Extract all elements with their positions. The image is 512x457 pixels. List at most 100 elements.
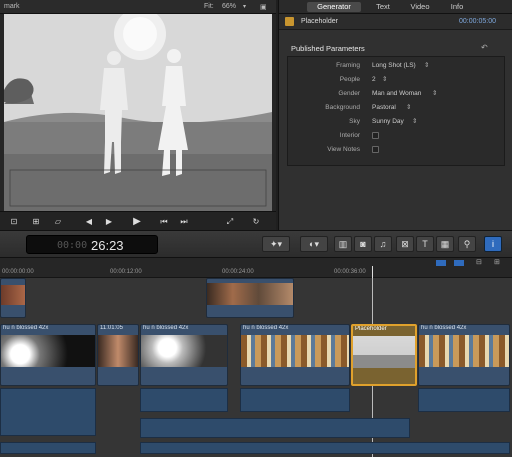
parameters-list: Framing Long Shot (LS) ⇕ People 2 ⇕ Gend… xyxy=(287,56,505,166)
audio-waveform[interactable] xyxy=(140,442,510,454)
popup-arrows-icon[interactable]: ⇕ xyxy=(382,73,387,86)
gender-popup[interactable]: Man and Woman xyxy=(372,87,421,100)
zoom-dropdown-icon[interactable]: ▾ xyxy=(243,3,246,10)
ruler-tick-label: 00:00:24:00 xyxy=(222,269,254,275)
param-label: Sky xyxy=(349,118,360,125)
connected-clip[interactable] xyxy=(206,278,294,318)
clip-name: hu n blossed 42x xyxy=(143,325,189,331)
transform-icon[interactable]: ⊞ xyxy=(30,216,42,227)
timecode-value: 26:23 xyxy=(91,238,124,253)
audio-waveform[interactable] xyxy=(0,388,96,436)
timeline-ruler: ⊟ ⊞ 00:00:00:00 00:00:12:00 00:00:24:00 … xyxy=(0,258,512,278)
interior-checkbox[interactable] xyxy=(372,132,379,139)
clip-name: Placeholder xyxy=(355,326,387,332)
inspector-toggle-icon[interactable]: i xyxy=(484,236,502,252)
retime-menu-icon[interactable]: ◐▾ xyxy=(300,236,328,252)
popup-arrows-icon[interactable]: ⇕ xyxy=(432,87,437,100)
audio-meter-left-icon[interactable] xyxy=(436,260,446,266)
ruler-tick-label: 00:00:36:00 xyxy=(334,269,366,275)
ruler-tick-label: 00:00:00:00 xyxy=(2,269,34,275)
people-popup[interactable]: 2 xyxy=(372,73,376,86)
fit-label: Fit: xyxy=(204,3,214,10)
playhead[interactable] xyxy=(372,266,373,278)
timeline-clip-selected[interactable]: Placeholder xyxy=(351,324,417,386)
themes-browser-icon[interactable]: ⚲ xyxy=(458,236,476,252)
timeline-toolbar: 00:00 26:23 ✦▾ ◐▾ ▥ ◙ ♫ ⊠ T ▦ ⚲ i xyxy=(0,230,512,258)
zoom-in-icon[interactable]: ⊞ xyxy=(494,258,500,266)
preview-scene xyxy=(4,14,272,211)
distort-icon[interactable]: ▱ xyxy=(52,216,64,227)
inspector-tabs: Generator Text Video Info xyxy=(279,0,512,14)
timecode-prefix: 00:00 xyxy=(57,240,88,251)
dashboard-timecode[interactable]: 00:00 26:23 xyxy=(26,235,158,254)
tab-video[interactable]: Video xyxy=(405,2,435,12)
popup-arrows-icon[interactable]: ⇕ xyxy=(424,59,429,72)
audio-meter-right-icon[interactable] xyxy=(454,260,464,266)
viewer-panel: mark Fit: 66% ▾ ▣ ⊡ ⊞ ▱ ◀ ▶ ▶ ⏮ ⏭ ⤢ ↻ xyxy=(0,0,276,230)
audio-waveform[interactable] xyxy=(140,418,410,438)
clip-name: hu n blossed 42x xyxy=(3,325,49,331)
crop-icon[interactable]: ⊡ xyxy=(8,216,20,227)
clip-appearance-icon[interactable]: ▥ xyxy=(334,236,352,252)
viewer-title: mark xyxy=(4,3,20,10)
titles-browser-icon[interactable]: T xyxy=(416,236,434,252)
background-popup[interactable]: Pastoral xyxy=(372,101,396,114)
inspector-header: Placeholder 00:00:05:00 xyxy=(279,14,512,30)
sky-popup[interactable]: Sunny Day xyxy=(372,115,404,128)
go-to-start-icon[interactable]: ⏮ xyxy=(158,216,170,227)
tab-text[interactable]: Text xyxy=(371,2,395,12)
clip-name: hu n blossed 42x xyxy=(243,325,289,331)
inspector-panel: Generator Text Video Info Placeholder 00… xyxy=(278,0,512,230)
photos-browser-icon[interactable]: ◙ xyxy=(354,236,372,252)
reset-icon[interactable]: ↶ xyxy=(481,43,488,52)
display-options-icon[interactable]: ▣ xyxy=(260,3,267,11)
fullscreen-icon[interactable]: ⤢ xyxy=(224,216,236,227)
param-label: Background xyxy=(325,104,360,111)
clip-name: hu n blossed 42x xyxy=(421,325,467,331)
popup-arrows-icon[interactable]: ⇕ xyxy=(406,101,411,114)
timeline-clip[interactable]: hu n blossed 42x xyxy=(140,324,228,386)
music-browser-icon[interactable]: ♫ xyxy=(374,236,392,252)
framing-popup[interactable]: Long Shot (LS) xyxy=(372,59,416,72)
tools-menu-icon[interactable]: ✦▾ xyxy=(262,236,290,252)
popup-arrows-icon[interactable]: ⇕ xyxy=(412,115,417,128)
audio-waveform[interactable] xyxy=(418,388,510,412)
view-notes-checkbox[interactable] xyxy=(372,146,379,153)
section-title: Published Parameters xyxy=(291,44,365,53)
clip-name: 11:01:05 xyxy=(100,325,123,331)
placeholder-preview xyxy=(4,14,272,211)
timeline-clip[interactable]: 11:01:05 xyxy=(97,324,139,386)
param-row-framing: Framing Long Shot (LS) ⇕ xyxy=(288,59,504,72)
timeline-clip[interactable]: hu n blossed 42x xyxy=(418,324,510,386)
connected-clip[interactable] xyxy=(0,278,26,318)
param-row-view-notes: View Notes xyxy=(288,143,504,156)
param-label: People xyxy=(339,76,360,83)
timeline-clip[interactable]: hu n blossed 42x xyxy=(0,324,96,386)
transitions-browser-icon[interactable]: ⊠ xyxy=(396,236,414,252)
viewer-header: mark Fit: 66% ▾ ▣ xyxy=(0,0,276,14)
clip-duration: 00:00:05:00 xyxy=(459,18,496,25)
audio-waveform[interactable] xyxy=(140,388,228,412)
loop-icon[interactable]: ↻ xyxy=(250,216,262,227)
play-button[interactable]: ▶ xyxy=(130,216,144,227)
audio-waveform[interactable] xyxy=(240,388,350,412)
viewer-controls: ⊡ ⊞ ▱ ◀ ▶ ▶ ⏮ ⏭ ⤢ ↻ xyxy=(0,211,276,230)
param-label: Gender xyxy=(338,90,360,97)
tab-info[interactable]: Info xyxy=(445,2,469,12)
param-row-gender: Gender Man and Woman ⇕ xyxy=(288,87,504,100)
ruler-tick-label: 00:00:12:00 xyxy=(110,269,142,275)
audio-waveform[interactable] xyxy=(0,442,96,454)
go-to-end-icon[interactable]: ⏭ xyxy=(178,216,190,227)
zoom-out-icon[interactable]: ⊟ xyxy=(476,258,482,266)
tab-generator[interactable]: Generator xyxy=(307,2,361,12)
clip-name: Placeholder xyxy=(301,18,338,25)
generators-browser-icon[interactable]: ▦ xyxy=(436,236,454,252)
next-frame-icon[interactable]: ▶ xyxy=(104,216,114,227)
previous-frame-icon[interactable]: ◀ xyxy=(84,216,94,227)
param-label: Interior xyxy=(339,132,360,139)
zoom-value[interactable]: 66% xyxy=(222,3,236,10)
param-row-interior: Interior xyxy=(288,129,504,142)
generator-icon xyxy=(285,17,294,26)
timeline-clip[interactable]: hu n blossed 42x xyxy=(240,324,350,386)
param-row-sky: Sky Sunny Day ⇕ xyxy=(288,115,504,128)
